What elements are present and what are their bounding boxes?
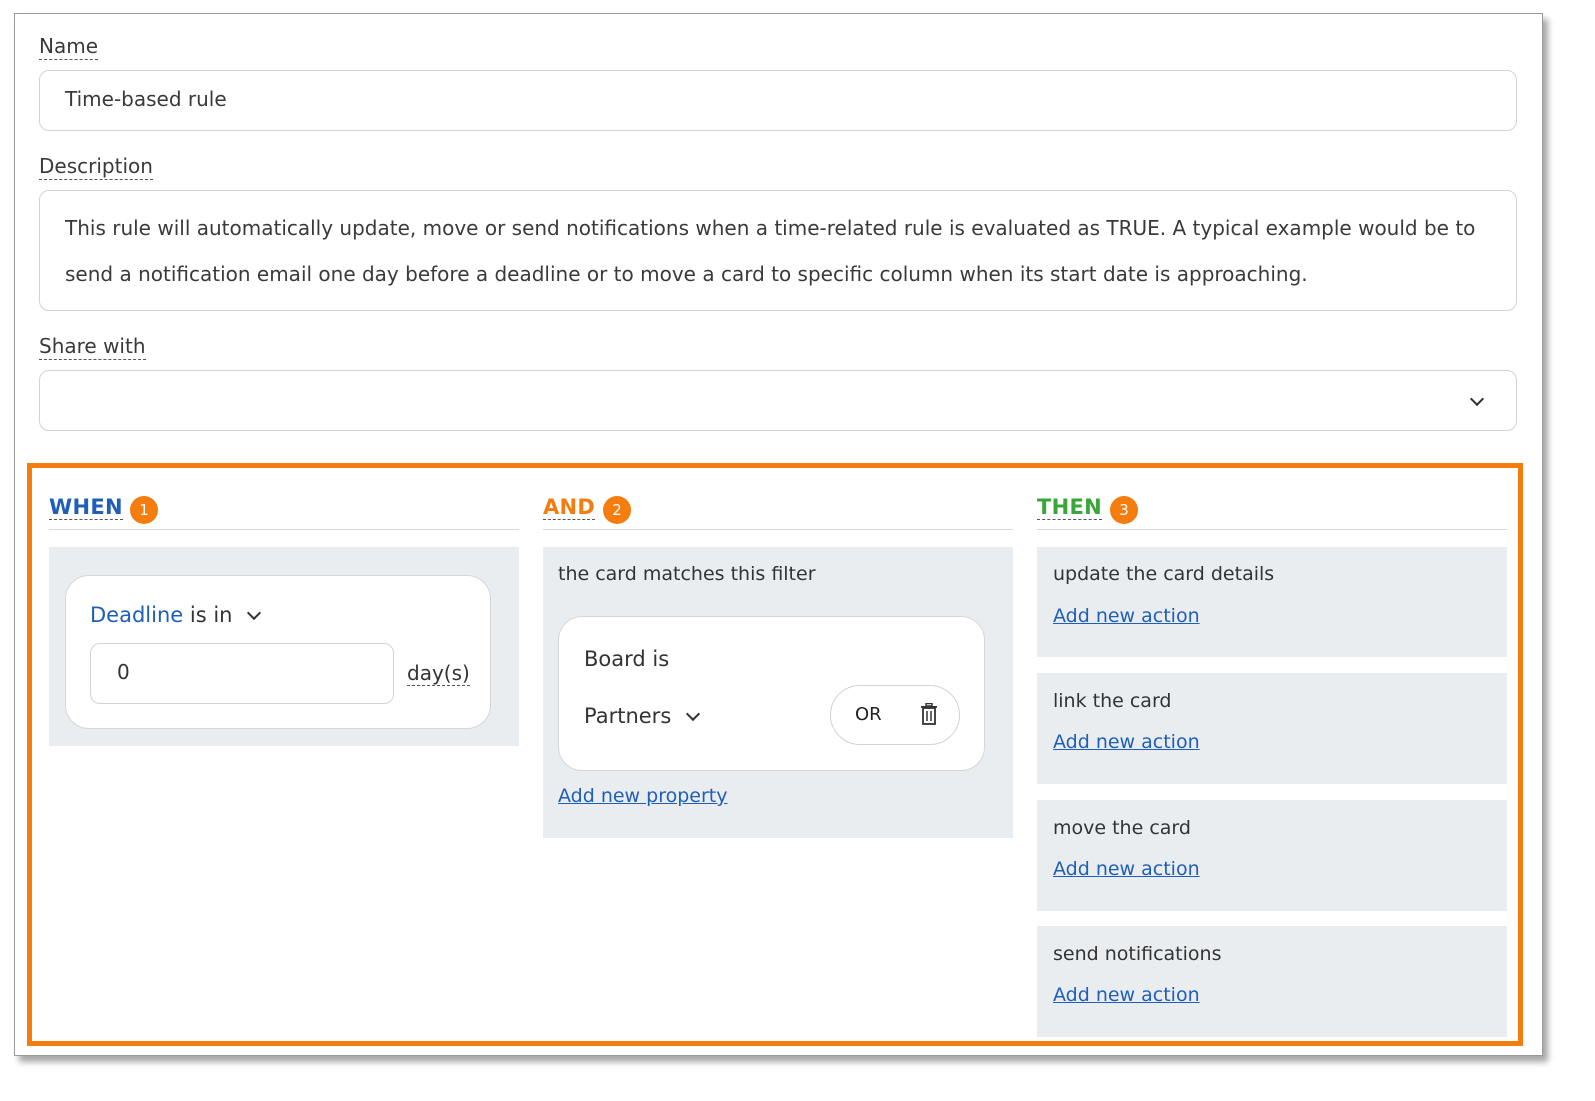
description-textarea[interactable]: This rule will automatically update, mov…	[39, 190, 1517, 311]
description-label: Description	[39, 154, 153, 180]
and-title: AND	[543, 495, 596, 520]
step-badge-1: 1	[130, 496, 158, 524]
action-panel-notify: send notifications Add new action	[1037, 926, 1507, 1037]
action-panel-link: link the card Add new action	[1037, 673, 1507, 784]
when-title: WHEN	[49, 495, 123, 520]
filter-card: Board is Partners OR	[558, 616, 985, 771]
action-label: update the card details	[1053, 563, 1275, 585]
action-label: link the card	[1053, 690, 1172, 712]
add-new-action-link[interactable]: Add new action	[1053, 984, 1200, 1006]
days-input-value: 0	[117, 660, 130, 684]
when-panel: Deadline is in 0 day(s)	[49, 547, 519, 746]
action-panel-move: move the card Add new action	[1037, 800, 1507, 911]
filter-intro-text: the card matches this filter	[558, 563, 816, 585]
when-condition-card: Deadline is in 0 day(s)	[65, 575, 491, 729]
step-badge-2: 2	[603, 496, 631, 524]
operator-text: is in	[189, 603, 233, 627]
name-input[interactable]: Time-based rule	[39, 70, 1517, 131]
rule-builder: WHEN 1 Deadline is in 0 day(s) AND 2 the…	[27, 463, 1523, 1046]
and-panel: the card matches this filter Board is Pa…	[543, 547, 1013, 838]
description-text: This rule will automatically update, mov…	[65, 216, 1476, 286]
add-new-action-link[interactable]: Add new action	[1053, 858, 1200, 880]
step-badge-3: 3	[1110, 496, 1138, 524]
then-header: THEN 3	[1037, 490, 1507, 530]
filter-value-select[interactable]: Partners	[584, 704, 701, 728]
action-panel-update: update the card details Add new action	[1037, 547, 1507, 657]
days-input[interactable]: 0	[90, 643, 394, 704]
add-new-action-link[interactable]: Add new action	[1053, 731, 1200, 753]
chevron-down-icon	[685, 706, 701, 722]
filter-value-text: Partners	[584, 704, 672, 728]
share-with-label: Share with	[39, 334, 146, 360]
days-unit-label: day(s)	[407, 661, 470, 686]
then-title: THEN	[1037, 495, 1103, 520]
when-condition-selector[interactable]: Deadline is in	[90, 603, 262, 627]
add-new-action-link[interactable]: Add new action	[1053, 605, 1200, 627]
when-header: WHEN 1	[49, 490, 519, 530]
rule-editor-window: Name Time-based rule Description This ru…	[14, 13, 1543, 1056]
chevron-down-icon	[1469, 391, 1485, 407]
and-header: AND 2	[543, 490, 1013, 530]
filter-property-text: Board is	[584, 647, 670, 671]
or-delete-group: OR	[830, 685, 960, 745]
add-new-property-link[interactable]: Add new property	[558, 785, 727, 807]
name-input-value: Time-based rule	[65, 87, 227, 111]
chevron-down-icon[interactable]	[247, 605, 262, 621]
or-button[interactable]: OR	[855, 704, 882, 725]
trash-icon[interactable]	[919, 703, 939, 725]
name-label: Name	[39, 34, 99, 60]
action-label: move the card	[1053, 817, 1191, 839]
action-label: send notifications	[1053, 943, 1222, 965]
share-with-select[interactable]	[39, 370, 1517, 431]
deadline-link[interactable]: Deadline	[90, 603, 183, 627]
